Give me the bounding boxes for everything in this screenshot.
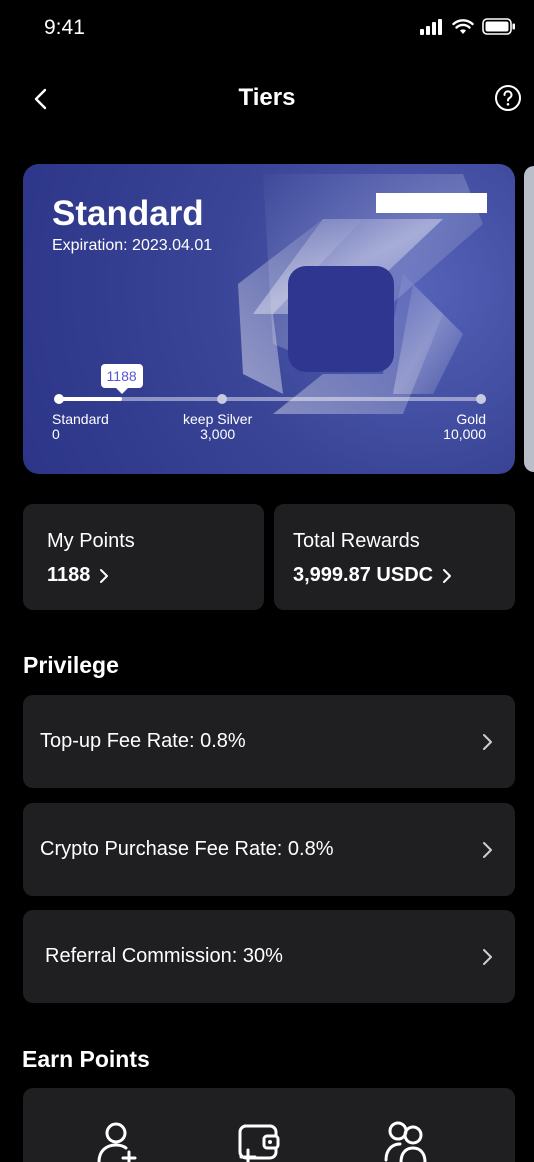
milestone-gold: Gold 10,000 — [443, 412, 486, 442]
privilege-item-label: Crypto Purchase Fee Rate: 0.8% — [40, 838, 334, 860]
add-user-icon[interactable] — [93, 1118, 139, 1162]
tier-progress-fill — [57, 397, 122, 401]
milestone-points: 10,000 — [443, 426, 486, 442]
milestone-points: 3,000 — [200, 426, 236, 442]
privilege-item-label: Referral Commission: 30% — [45, 945, 283, 967]
users-exchange-icon[interactable] — [383, 1118, 429, 1162]
my-points-label: My Points — [47, 530, 135, 552]
milestone-name: Standard — [52, 411, 109, 427]
total-rewards-row: 3,999.87 USDC — [293, 564, 453, 587]
total-rewards-card[interactable]: Total Rewards 3,999.87 USDC — [274, 504, 515, 610]
cellular-signal-icon — [420, 18, 442, 35]
battery-icon — [482, 18, 515, 35]
milestone-silver: keep Silver 3,000 — [183, 412, 252, 442]
tier-card-badge — [376, 193, 487, 213]
wallet-add-icon[interactable] — [236, 1118, 282, 1162]
next-tier-card-peek[interactable] — [524, 166, 534, 472]
tier-card[interactable]: Standard Expiration: 2023.04.01 1188 Sta… — [23, 164, 515, 474]
tier-expiration: Expiration: 2023.04.01 — [52, 237, 213, 254]
chevron-right-icon — [443, 568, 452, 583]
milestone-standard: Standard 0 — [52, 412, 109, 442]
status-bar: 9:41 — [0, 0, 534, 60]
progress-dot-standard — [54, 394, 64, 404]
milestone-name: Gold — [456, 411, 486, 427]
help-button[interactable] — [494, 84, 522, 112]
my-points-card[interactable]: My Points 1188 — [23, 504, 264, 610]
privilege-item-topup-fee[interactable]: Top-up Fee Rate: 0.8% — [23, 695, 515, 788]
nav-bar: Tiers — [0, 76, 534, 120]
milestone-name: keep Silver — [183, 411, 253, 427]
chevron-right-icon — [100, 568, 109, 583]
total-rewards-label: Total Rewards — [293, 530, 420, 552]
privilege-item-crypto-fee[interactable]: Crypto Purchase Fee Rate: 0.8% — [23, 803, 515, 896]
my-points-row: 1188 — [47, 564, 110, 587]
progress-dot-gold — [476, 394, 486, 404]
total-rewards-value: 3,999.87 USDC — [293, 564, 434, 586]
tier-progress-bar — [54, 394, 486, 404]
privilege-item-referral[interactable]: Referral Commission: 30% — [23, 910, 515, 1003]
wifi-icon — [452, 18, 474, 34]
milestone-points: 0 — [52, 426, 60, 442]
earn-points-title: Earn Points — [22, 1046, 150, 1072]
status-icons — [420, 18, 516, 35]
my-points-value: 1188 — [47, 564, 91, 586]
chevron-right-icon — [483, 949, 492, 965]
page-title: Tiers — [238, 84, 296, 111]
tier-name: Standard — [52, 194, 204, 233]
privilege-item-label: Top-up Fee Rate: 0.8% — [40, 730, 246, 752]
earn-points-card — [23, 1088, 515, 1162]
current-points-tooltip: 1188 — [100, 364, 143, 394]
privilege-title: Privilege — [23, 652, 119, 678]
chevron-right-icon — [483, 734, 492, 750]
progress-dot-silver — [217, 394, 227, 404]
status-time: 9:41 — [44, 16, 85, 39]
question-circle-icon — [495, 85, 521, 111]
chevron-right-icon — [483, 842, 492, 858]
